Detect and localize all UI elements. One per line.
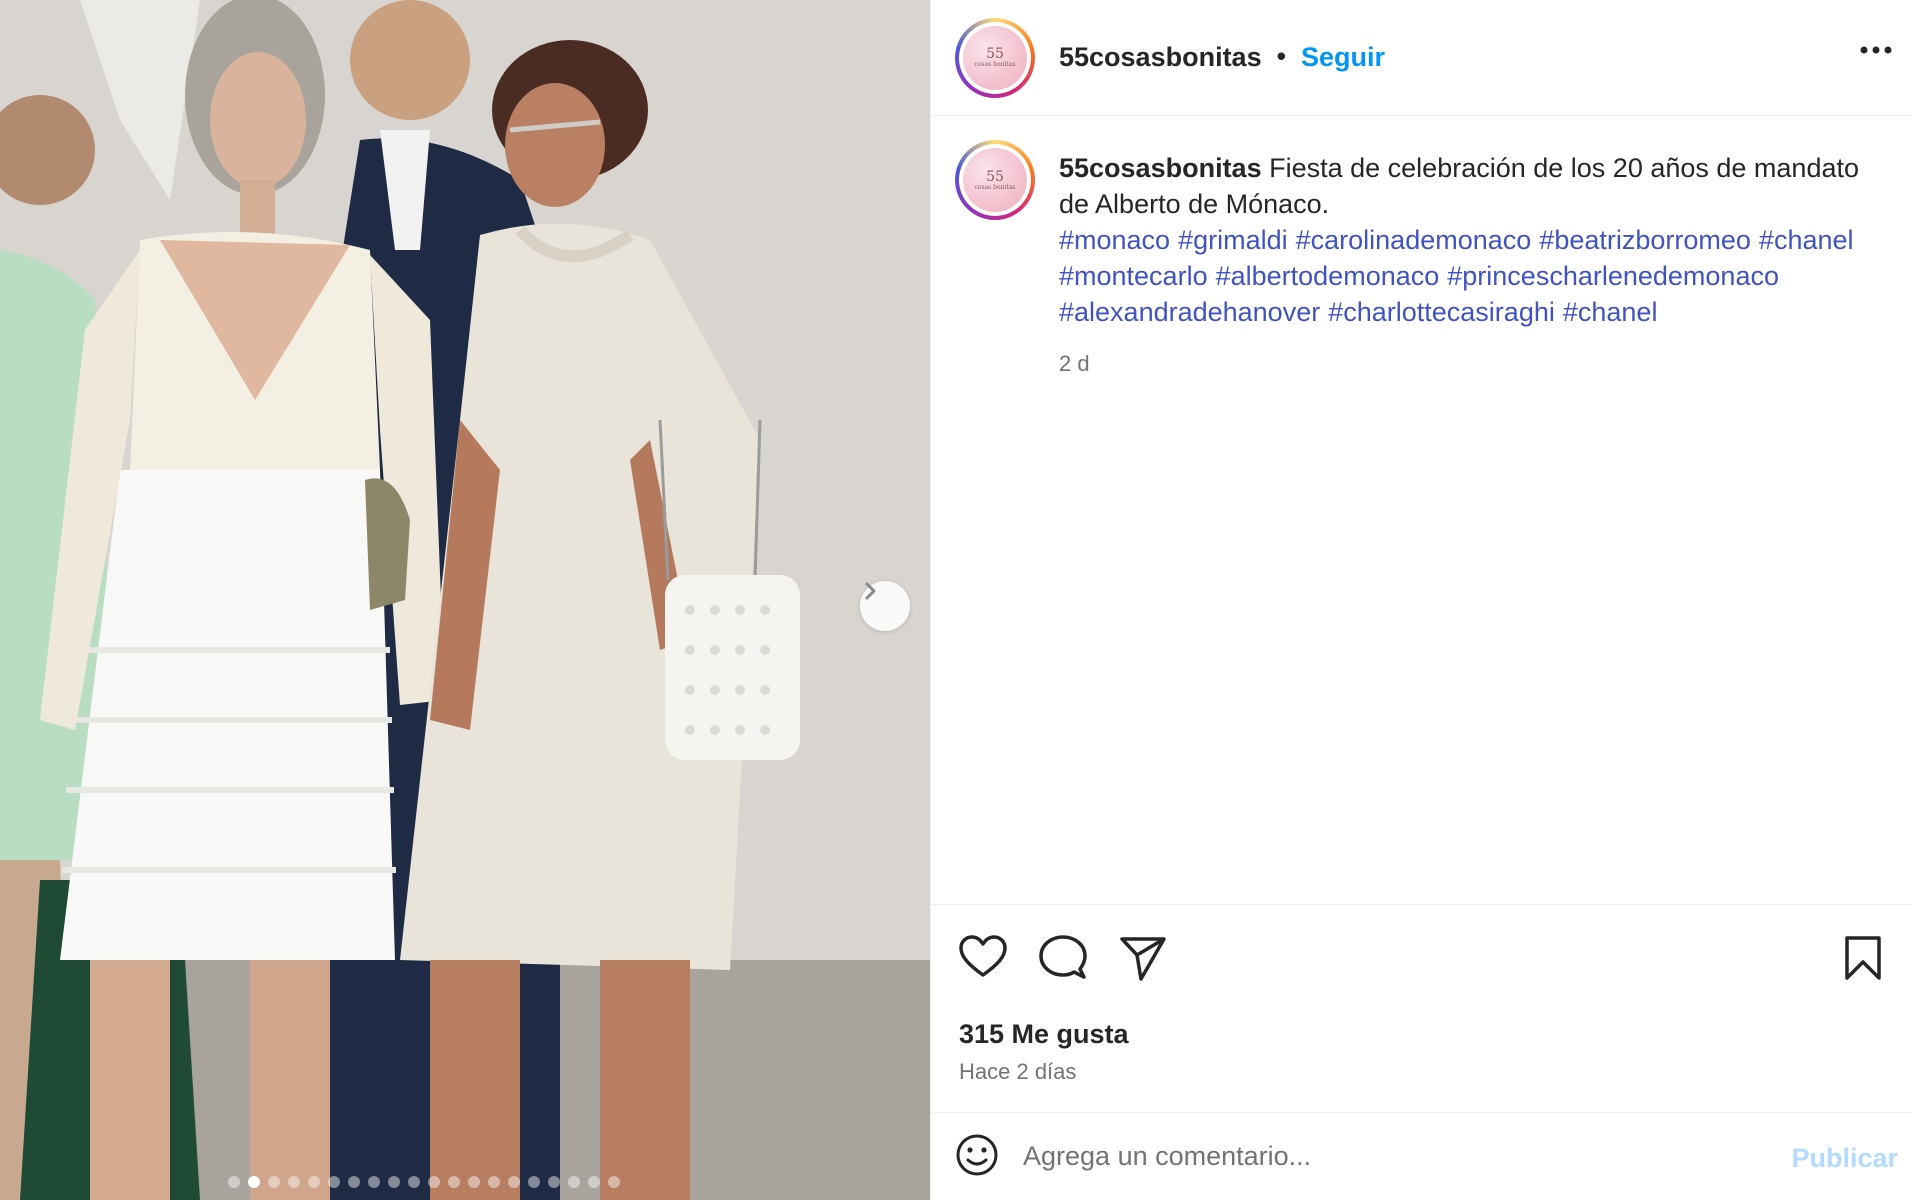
caption-avatar-logo: 55 cosas bonitas bbox=[963, 148, 1027, 212]
avatar-logo-text: cosas bonitas bbox=[974, 61, 1016, 68]
post-header: 55 cosas bonitas 55cosasbonitas • Seguir bbox=[931, 0, 1912, 116]
username-link[interactable]: 55cosasbonitas bbox=[1059, 42, 1262, 73]
more-horizontal-icon bbox=[1860, 46, 1892, 54]
hashtag-link[interactable]: #beatrizborromeo bbox=[1539, 222, 1751, 258]
carousel-dot bbox=[268, 1176, 280, 1188]
caption-username-link[interactable]: 55cosasbonitas bbox=[1059, 153, 1262, 183]
carousel-dot bbox=[588, 1176, 600, 1188]
carousel-dot bbox=[388, 1176, 400, 1188]
hashtag-link[interactable]: #alexandradehanover bbox=[1059, 294, 1320, 330]
hashtag-link[interactable]: #chanel bbox=[1759, 222, 1854, 258]
caption-avatar-logo-text: cosas bonitas bbox=[974, 183, 1016, 191]
action-bar: 315 Me gusta Hace 2 días bbox=[931, 904, 1912, 1112]
follow-button[interactable]: Seguir bbox=[1301, 42, 1385, 73]
carousel-indicator bbox=[228, 1176, 620, 1188]
carousel-dot bbox=[368, 1176, 380, 1188]
post-date[interactable]: Hace 2 días bbox=[959, 1059, 1076, 1085]
chevron-right-icon bbox=[865, 582, 876, 600]
caption: 55cosasbonitas Fiesta de celebración de … bbox=[1059, 150, 1879, 904]
carousel-next-button[interactable] bbox=[860, 581, 910, 631]
avatar-logo: 55 cosas bonitas bbox=[963, 25, 1027, 90]
comment-button[interactable] bbox=[1039, 935, 1087, 985]
caption-avatar-logo-number: 55 bbox=[986, 168, 1004, 185]
comment-icon bbox=[1039, 935, 1087, 979]
hashtag-link[interactable]: #albertodemonaco bbox=[1216, 258, 1440, 294]
hashtag-link[interactable]: #princescharlenedemonaco bbox=[1447, 258, 1779, 294]
publish-button[interactable]: Publicar bbox=[1791, 1143, 1898, 1174]
hashtag-link[interactable]: #chanel bbox=[1563, 294, 1658, 330]
hashtag-link[interactable]: #monaco bbox=[1059, 222, 1170, 258]
heart-icon bbox=[959, 935, 1007, 977]
avatar-frame: 55 cosas bonitas bbox=[959, 21, 1031, 94]
more-options-button[interactable] bbox=[1860, 40, 1892, 59]
post-side-panel: 55 cosas bonitas 55cosasbonitas • Seguir bbox=[930, 0, 1912, 1200]
hashtag-link[interactable]: #montecarlo bbox=[1059, 258, 1208, 294]
hashtag-link[interactable]: #carolinademonaco bbox=[1296, 222, 1532, 258]
caption-timestamp[interactable]: 2 d bbox=[1059, 346, 1879, 382]
avatar-logo-number: 55 bbox=[986, 46, 1004, 62]
send-icon bbox=[1120, 937, 1166, 981]
carousel-dot bbox=[228, 1176, 240, 1188]
avatar[interactable]: 55 cosas bonitas bbox=[955, 17, 1035, 98]
carousel-dot bbox=[528, 1176, 540, 1188]
comment-input[interactable] bbox=[1023, 1141, 1743, 1172]
carousel-dot bbox=[508, 1176, 520, 1188]
carousel-dot bbox=[328, 1176, 340, 1188]
share-button[interactable] bbox=[1119, 935, 1167, 985]
post-photo bbox=[0, 0, 930, 1200]
hashtag-link[interactable]: #grimaldi bbox=[1178, 222, 1288, 258]
carousel-dot bbox=[448, 1176, 460, 1188]
carousel-dot bbox=[608, 1176, 620, 1188]
caption-section: 55 cosas bonitas 55cosasbonitas Fiesta d… bbox=[931, 116, 1912, 904]
carousel-dot bbox=[348, 1176, 360, 1188]
hashtag-link[interactable]: #charlottecasiraghi bbox=[1328, 294, 1555, 330]
carousel-dot bbox=[548, 1176, 560, 1188]
emoji-button[interactable] bbox=[955, 1133, 999, 1181]
like-button[interactable] bbox=[959, 935, 1007, 983]
carousel-dot bbox=[408, 1176, 420, 1188]
carousel-dot bbox=[568, 1176, 580, 1188]
carousel-dot-active bbox=[248, 1176, 260, 1188]
carousel-dot bbox=[288, 1176, 300, 1188]
separator-dot: • bbox=[1273, 42, 1289, 73]
post-media[interactable] bbox=[0, 0, 930, 1200]
caption-avatar[interactable]: 55 cosas bonitas bbox=[955, 140, 1035, 220]
bookmark-icon bbox=[1845, 936, 1881, 980]
caption-avatar-frame: 55 cosas bonitas bbox=[959, 144, 1031, 216]
hashtag-list: #monaco #grimaldi #carolinademonaco #beatri… bbox=[1059, 222, 1879, 330]
carousel-dot bbox=[308, 1176, 320, 1188]
instagram-post: 55 cosas bonitas 55cosasbonitas • Seguir bbox=[0, 0, 1912, 1200]
save-button[interactable] bbox=[1843, 935, 1883, 985]
carousel-dot bbox=[428, 1176, 440, 1188]
emoji-icon bbox=[956, 1134, 998, 1175]
carousel-dot bbox=[488, 1176, 500, 1188]
likes-count[interactable]: 315 Me gusta bbox=[959, 1019, 1129, 1050]
comment-bar: Publicar bbox=[931, 1112, 1912, 1200]
carousel-dot bbox=[468, 1176, 480, 1188]
caption-body: 55cosasbonitas Fiesta de celebración de … bbox=[1059, 150, 1879, 222]
